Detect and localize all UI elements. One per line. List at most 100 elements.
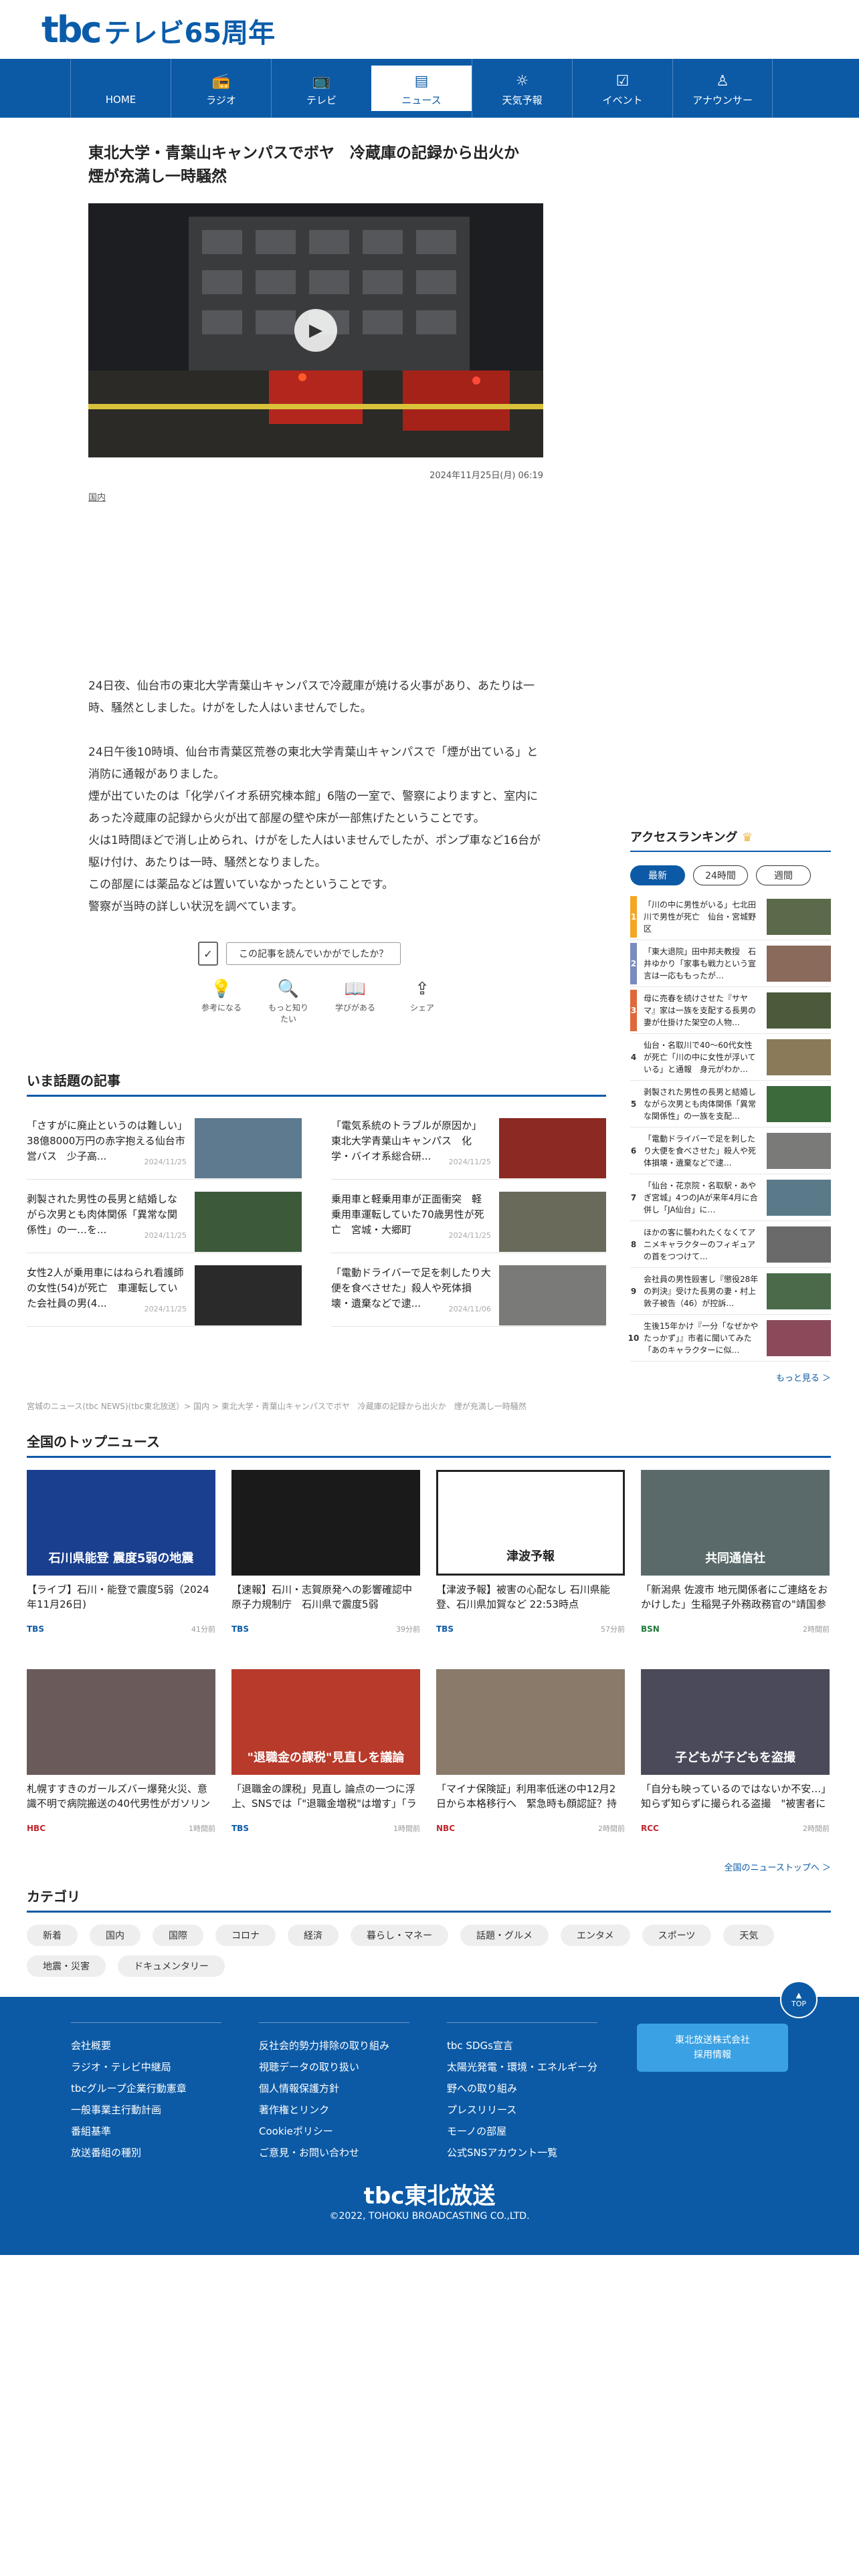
- ranking-item[interactable]: 9 会社員の男性殴害し『懲役28年の判決』受けた長男の妻・村上敦子被告（46）が控…: [630, 1268, 831, 1315]
- nav-item-1[interactable]: 📻 ラジオ: [171, 59, 271, 118]
- category-tag[interactable]: 地震・災害: [27, 1955, 106, 1977]
- feedback-action-3[interactable]: ⇪ シェア: [399, 979, 446, 1025]
- category-tag[interactable]: 天気: [723, 1925, 775, 1946]
- category-tag[interactable]: 話題・グルメ: [460, 1925, 549, 1946]
- nav-item-5[interactable]: ☑ イベント: [572, 59, 672, 118]
- back-to-top-button[interactable]: ▲ TOP: [780, 1981, 818, 2018]
- national-news-section: 全国のトップニュース 石川県能登 震度5弱の地震 【ライブ】石川・能登で震度5弱（…: [27, 1431, 831, 1873]
- ranking-tab-2[interactable]: 週間: [756, 865, 811, 885]
- category-tag[interactable]: 国際: [153, 1925, 203, 1946]
- ranking-item[interactable]: 3 母に売春を続けさせた『サヤマ』家は一族を支配する長男の妻が仕掛けた架空の人物…: [630, 987, 831, 1034]
- category-tag[interactable]: 暮らし・マネー: [351, 1925, 448, 1946]
- national-news-card[interactable]: 札幌すすきのガールズバー爆発火災、意識不明で病院搬送の40代男性がガソリンのよう…: [27, 1669, 215, 1848]
- footer-link[interactable]: ラジオ・テレビ中継局: [71, 2056, 221, 2078]
- ranking-item[interactable]: 2 「東大退院」田中邦夫教授 石井ゆかり「家事も戦力という宣言は一応ももったが…: [630, 940, 831, 987]
- page: tbc テレビ65周年 HOME 📻 ラジオ 📺 テレビ ▤ ニュース ☼ 天気予報 ☑ イベント ♙…: [0, 0, 859, 2576]
- trending-item[interactable]: 乗用車と軽乗用車が正面衝突 軽乗用車運転していた70歳男性が死亡 宮城・大郷町 2…: [331, 1180, 606, 1253]
- nav-label: ラジオ: [206, 94, 236, 106]
- national-news-card[interactable]: "退職金の課税"見直しを議論 「退職金の課税」見直し 論点の一つに浮上、SNSでは…: [231, 1669, 420, 1848]
- footer-link[interactable]: 放送番組の種別: [71, 2142, 221, 2163]
- national-news-card[interactable]: 【速報】石川・志賀原発への影響確認中 原子力規制庁 石川県で震度5弱 TBS 39分…: [231, 1470, 420, 1649]
- footer-link[interactable]: 反社会的勢力排除の取り組み: [259, 2035, 409, 2056]
- footer-logo[interactable]: tbc東北放送: [0, 2177, 859, 2210]
- news-icon: ▤: [414, 72, 429, 90]
- footer-link[interactable]: 著作権とリンク: [259, 2099, 409, 2121]
- trending-title: いま話題の記事: [27, 1070, 606, 1097]
- national-news-headline: 「マイナ保険証」利用率低迷の中12月2日から本格移行へ 緊急時も顔認証？持ってな…: [436, 1783, 617, 1810]
- national-news-meta: BSN 2時間前: [641, 1624, 830, 1634]
- category-tag[interactable]: 経済: [288, 1925, 339, 1946]
- ranking-item[interactable]: 7 「仙台・花京院・名取駅・あやぎ宮城」4つのJAが来年4月に合併し「JA仙台」に…: [630, 1174, 831, 1221]
- national-news-headline: 「自分も映っているのではないか不安…」知らず知らずに撮られる盗撮 "被害者にも加…: [641, 1783, 826, 1810]
- national-news-card[interactable]: 共同通信社 「新潟県 佐渡市 地元関係者にご連絡をおかけした」生稲晃子外務政務官の…: [641, 1470, 830, 1649]
- ranking-number: 5: [630, 1083, 637, 1125]
- ranking-item[interactable]: 6 「電動ドライバーで足を刺したり大便を食べさせた」殺人や死体損壊・遺棄などで逮…: [630, 1128, 831, 1174]
- ranking-headline: 会社員の男性殴害し『懲役28年の判決』受けた長男の妻・村上敦子被告（46）が控訴…: [644, 1274, 759, 1308]
- feedback-action-0[interactable]: 💡 参考になる: [198, 979, 245, 1025]
- trending-item[interactable]: 「電動ドライバーで足を刺したり大便を食べさせた」殺人や死体損壊・遺棄などで逮..…: [331, 1253, 606, 1327]
- category-tag[interactable]: スポーツ: [642, 1925, 712, 1946]
- footer-link[interactable]: ご意見・お問い合わせ: [259, 2142, 409, 2163]
- ranking-item[interactable]: 10 生後15年かけ『一分「なぜかやたっかず」』市者に聞いてみた「あのキャラクター…: [628, 1315, 831, 1362]
- national-news-meta: HBC 1時間前: [27, 1823, 215, 1834]
- category-tag[interactable]: ドキュメンタリー: [118, 1955, 225, 1977]
- breadcrumb[interactable]: 宮城のニュース(tbc NEWS)(tbc東北放送）> 国内 > 東北大学・青葉…: [27, 1400, 527, 1412]
- trending-item[interactable]: 「さすがに廃止というのは難しい」38億8000万円の赤字抱える仙台市営バス 少子…: [27, 1106, 302, 1180]
- national-news-meta: RCC 2時間前: [641, 1823, 830, 1834]
- nav-item-6[interactable]: ♙ アナウンサー: [672, 59, 773, 118]
- ranking-item[interactable]: 1 「川の中に男性がいる」七北田川で男性が死亡 仙台・宮城野区: [630, 893, 831, 940]
- footer-link[interactable]: tbc SDGs宣言: [447, 2035, 597, 2056]
- footer-link[interactable]: tbcグループ企業行動憲章: [71, 2078, 221, 2099]
- national-news-meta: TBS 57分前: [436, 1624, 625, 1634]
- ranking-item[interactable]: 4 仙台・名取川で40〜60代女性が死亡「川の中に女性が浮いている」と通報 身元が…: [630, 1034, 831, 1081]
- footer-link[interactable]: 会社概要: [71, 2035, 221, 2056]
- recruit-button[interactable]: 東北放送株式会社 採用情報: [637, 2024, 788, 2072]
- site-logo[interactable]: tbc テレビ65周年: [41, 9, 275, 51]
- national-news-card[interactable]: 子どもが子どもを盗撮 「自分も映っているのではないか不安…」知らず知らずに撮られる…: [641, 1669, 830, 1848]
- nav-item-2[interactable]: 📺 テレビ: [271, 59, 371, 118]
- national-news-card[interactable]: 「マイナ保険証」利用率低迷の中12月2日から本格移行へ 緊急時も顔認証？持ってな…: [436, 1669, 625, 1848]
- category-tag[interactable]: 新着: [27, 1925, 78, 1946]
- ranking-tab-0[interactable]: 最新: [630, 865, 685, 885]
- feedback-question: この記事を読んでいかがでしたか？: [226, 942, 401, 965]
- nav-item-3[interactable]: ▤ ニュース: [371, 66, 472, 111]
- trending-text: 「電動ドライバーで足を刺したり大便を食べさせた」殺人や死体損壊・遺棄などで逮..…: [331, 1265, 491, 1314]
- article: 東北大学・青葉山キャンパスでボヤ 冷蔵庫の記録から出火か 煙が充満し一時騒然 ▶…: [88, 142, 543, 503]
- ranking-more-link[interactable]: もっと見る ＞: [630, 1371, 831, 1384]
- footer-link[interactable]: モーノの部屋: [447, 2121, 597, 2142]
- ranking-item[interactable]: 5 剥製された男性の長男と結婚しながら次男とも肉体関係「異常な関係性」の一族を支配…: [630, 1081, 831, 1128]
- category-tag[interactable]: 国内: [90, 1925, 140, 1946]
- nav-item-4[interactable]: ☼ 天気予報: [472, 59, 572, 118]
- nav-item-0[interactable]: HOME: [70, 59, 171, 118]
- footer-link[interactable]: 視聴データの取り扱い: [259, 2056, 409, 2078]
- ranking-item[interactable]: 8 ほかの客に襲われたくなくてアニメキャラクターのフィギュアの首をつつけて…: [630, 1221, 831, 1268]
- video-player[interactable]: ▶: [88, 203, 543, 457]
- footer-link[interactable]: プレスリリース: [447, 2099, 597, 2121]
- trending-item[interactable]: 「電気系統のトラブルが原因か」東北大学青葉山キャンパス 化学・バイオ系総合研..…: [331, 1106, 606, 1180]
- feedback-action-label: もっと知りたい: [268, 1003, 308, 1024]
- trending-date: 2024/11/25: [448, 1158, 491, 1166]
- ranking-number: 4: [630, 1036, 637, 1078]
- national-news-card[interactable]: 津波予報 【津波予報】被害の心配なし 石川県能登、石川県加賀など 22:53時点 T…: [436, 1470, 625, 1649]
- ranking-thumbnail: [767, 1085, 831, 1122]
- footer-link[interactable]: 公式SNSアカウント一覧: [447, 2142, 597, 2163]
- national-more-link[interactable]: 全国のニューストップへ ＞: [27, 1860, 831, 1873]
- article-date: 2024年11月25日(月) 06:19: [430, 471, 543, 481]
- play-icon[interactable]: ▶: [294, 309, 337, 352]
- footer-link[interactable]: 番組基準: [71, 2121, 221, 2142]
- footer-link[interactable]: 個人情報保護方針: [259, 2078, 409, 2099]
- footer-link[interactable]: 太陽光発電・環境・エネルギー分野への取り組み: [447, 2056, 597, 2099]
- footer-link[interactable]: 一般事業主行動計画: [71, 2099, 221, 2121]
- national-news-card[interactable]: 石川県能登 震度5弱の地震 【ライブ】石川・能登で震度5弱（2024年11月26日…: [27, 1470, 215, 1649]
- footer-link[interactable]: Cookieポリシー: [259, 2121, 409, 2142]
- category-tag[interactable]: エンタメ: [561, 1925, 630, 1946]
- trending-item[interactable]: 剥製された男性の長男と結婚しながら次男とも肉体関係「異常な関係性」の一…を...…: [27, 1180, 302, 1253]
- trending-item[interactable]: 女性2人が乗用車にはねられ看護師の女性(54)が死亡 車運転していた会社員の男(…: [27, 1253, 302, 1327]
- ranking-tab-1[interactable]: 24時間: [693, 865, 748, 885]
- national-news-thumbnail: "退職金の課税"見直しを議論: [231, 1669, 420, 1775]
- article-category[interactable]: 国内: [88, 490, 543, 503]
- category-tag[interactable]: コロナ: [215, 1925, 276, 1946]
- feedback-action-2[interactable]: 📖 学びがある: [332, 979, 379, 1025]
- ranking-headline: 生後15年かけ『一分「なぜかやたっかず」』市者に聞いてみた「あのキャラクターに似…: [644, 1321, 759, 1355]
- feedback-action-1[interactable]: 🔍 もっと知りたい: [265, 979, 312, 1025]
